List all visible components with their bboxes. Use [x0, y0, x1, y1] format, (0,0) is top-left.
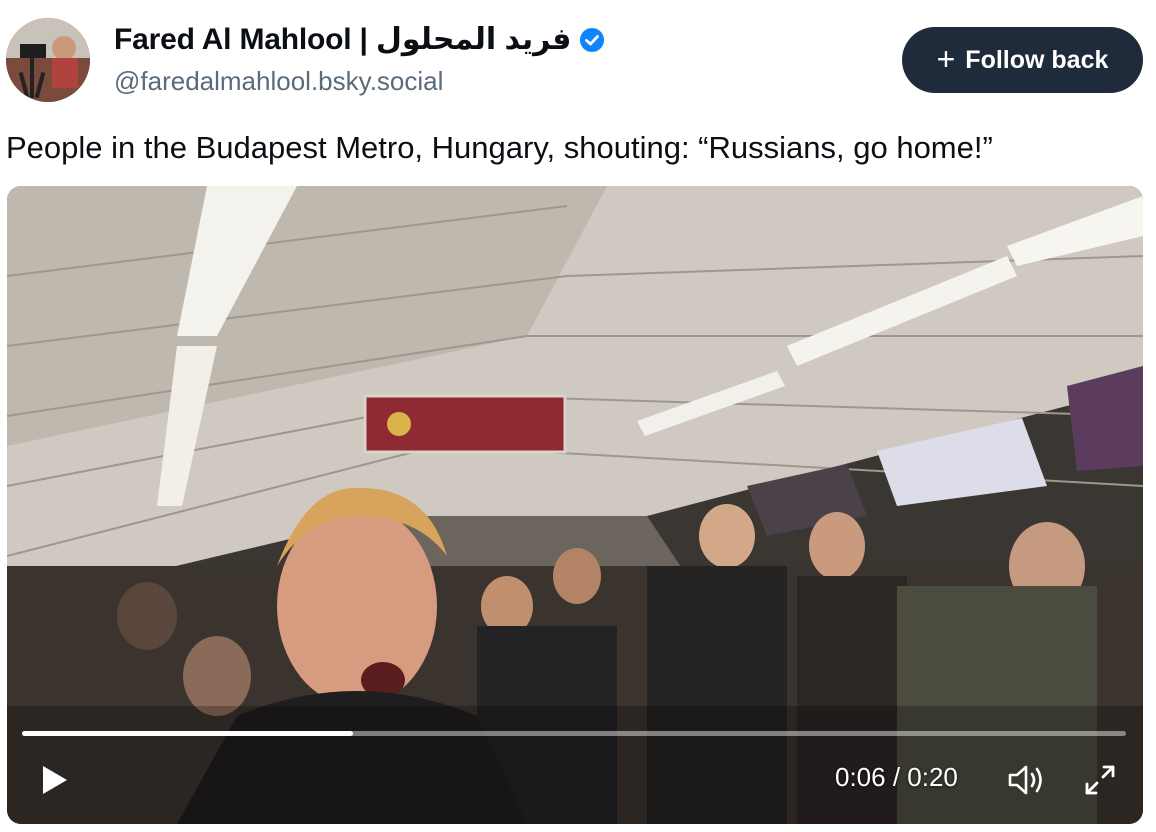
- video-progress-fill: [22, 731, 354, 736]
- author-avatar[interactable]: [6, 18, 90, 102]
- plus-icon: +: [936, 40, 956, 77]
- post-card: Fared Al Mahlool | فريد المحلول @faredal…: [0, 0, 1156, 832]
- post-text: People in the Budapest Metro, Hungary, s…: [6, 130, 993, 165]
- author-name-row: Fared Al Mahlool | فريد المحلول: [114, 22, 605, 57]
- play-icon[interactable]: [35, 762, 71, 798]
- video-frame: [7, 186, 1143, 824]
- volume-icon[interactable]: [1007, 763, 1047, 797]
- author-display-name[interactable]: Fared Al Mahlool | فريد المحلول: [114, 22, 572, 57]
- verified-check-icon: [579, 27, 605, 53]
- follow-button-label: Follow back: [965, 45, 1109, 74]
- fullscreen-icon[interactable]: [1083, 763, 1117, 797]
- video-time-display: 0:06 / 0:20: [835, 762, 958, 792]
- author-handle[interactable]: @faredalmahlool.bsky.social: [114, 66, 443, 97]
- video-progress-bar[interactable]: [22, 731, 1126, 736]
- follow-back-button[interactable]: + Follow back: [902, 27, 1143, 93]
- avatar-photo: [6, 18, 90, 102]
- video-player[interactable]: 0:06 / 0:20: [7, 186, 1143, 824]
